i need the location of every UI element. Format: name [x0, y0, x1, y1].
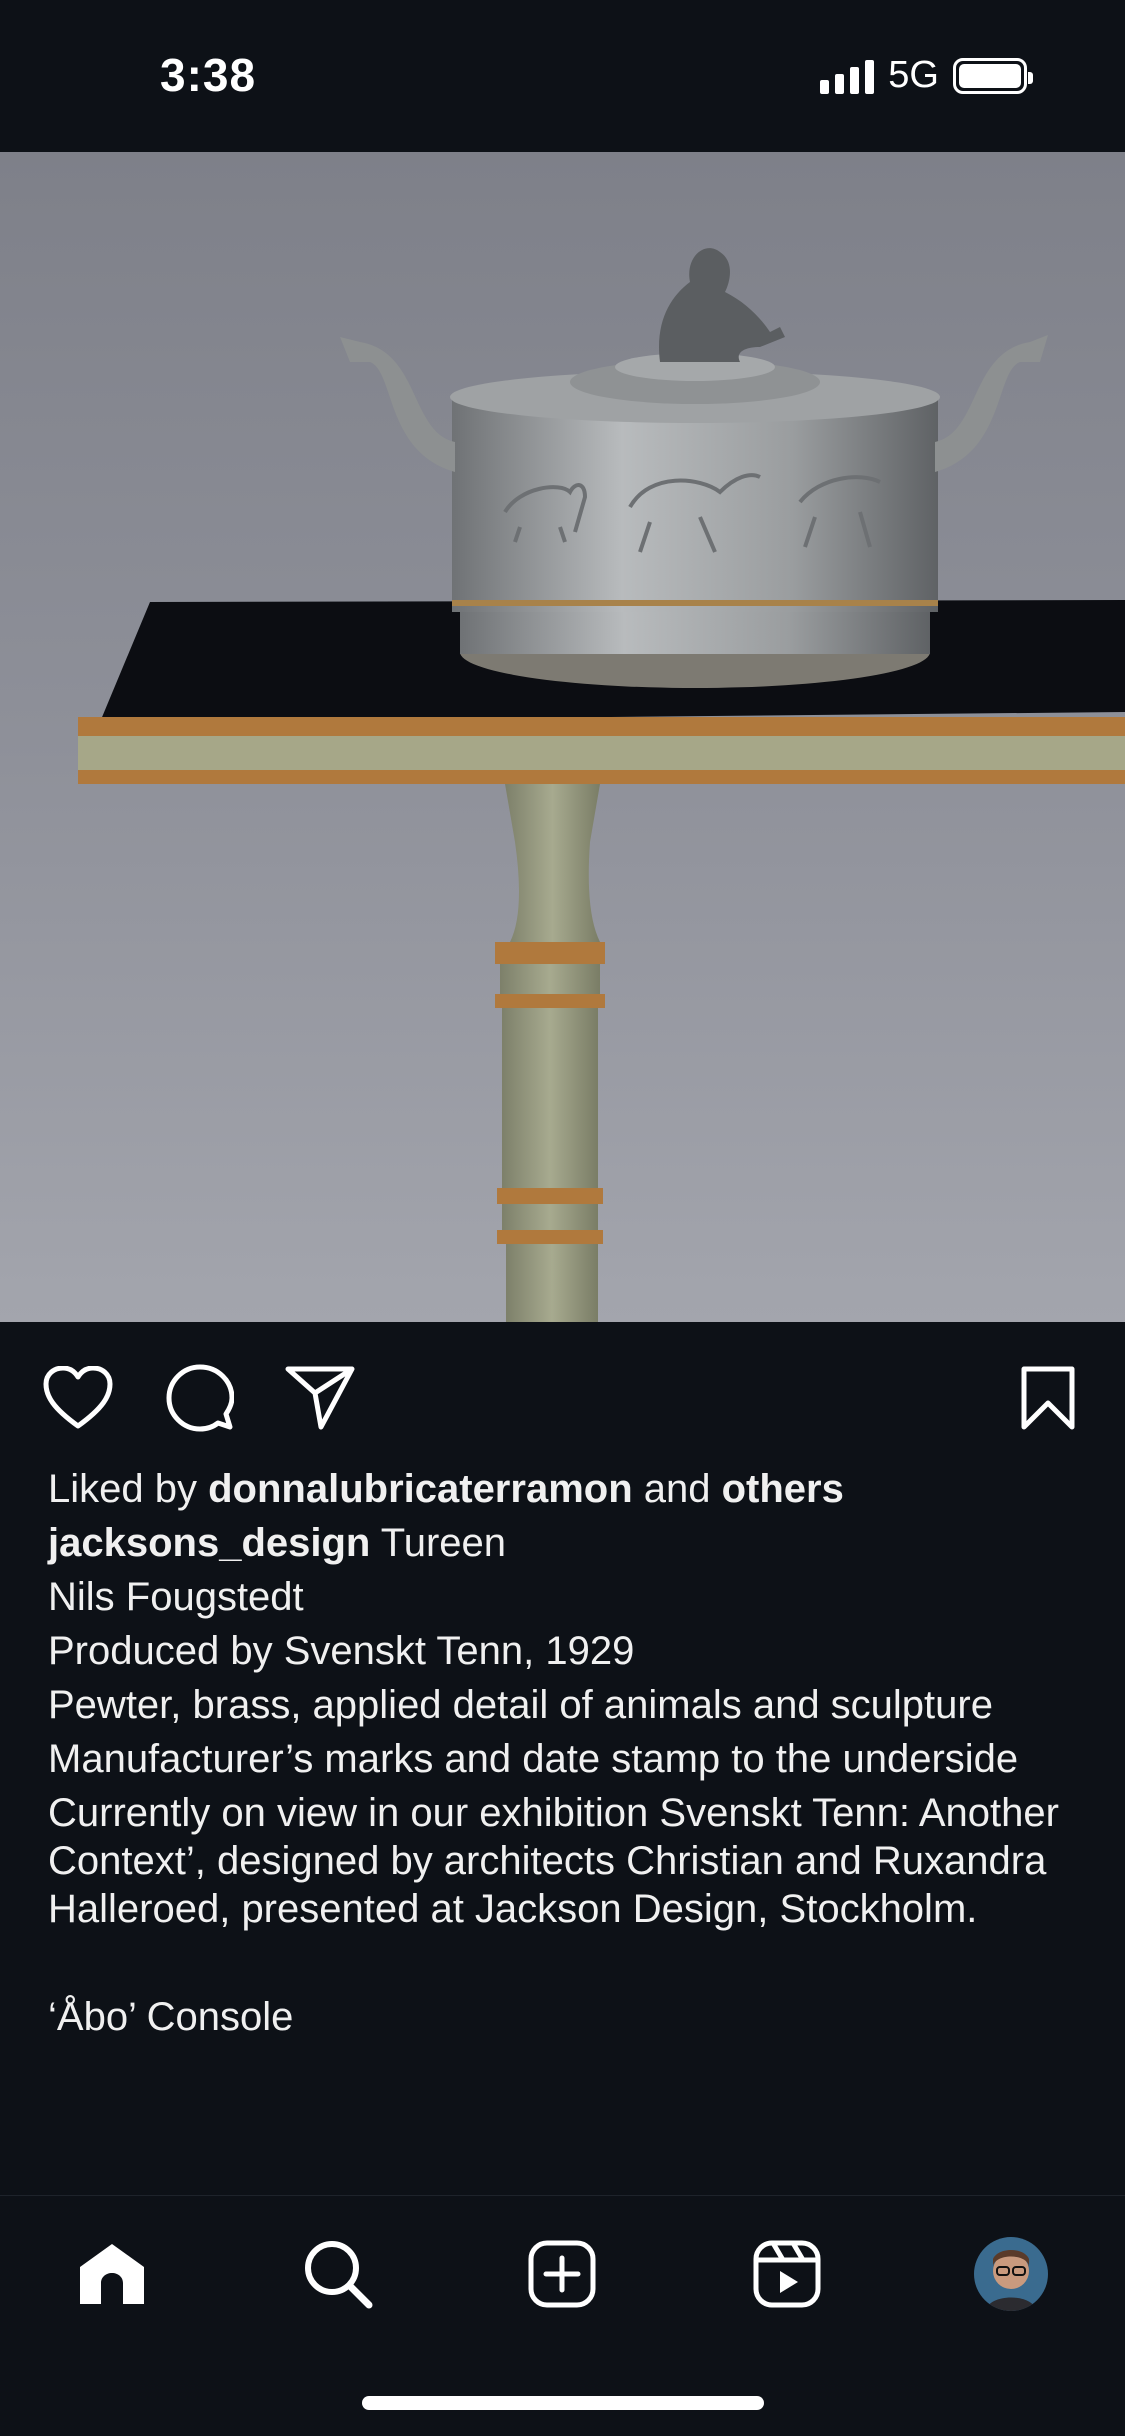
comment-icon[interactable]	[162, 1360, 238, 1436]
signal-icon	[820, 58, 875, 94]
profile-avatar[interactable]	[971, 2234, 1051, 2314]
reels-icon[interactable]	[747, 2234, 827, 2314]
caption-line: Currently on view in our exhibition Sven…	[48, 1791, 1059, 1931]
network-label: 5G	[888, 54, 939, 96]
caption-line: Pewter, brass, applied detail of animals…	[48, 1683, 993, 1727]
caption-line: ‘Åbo’ Console	[48, 1995, 294, 2039]
post-photo[interactable]	[0, 152, 1125, 1322]
create-icon[interactable]	[522, 2234, 602, 2314]
likes-others[interactable]: others	[722, 1467, 844, 1511]
status-time: 3:38	[160, 49, 257, 101]
home-indicator[interactable]	[362, 2396, 764, 2410]
caption-line: Manufacturer’s marks and date stamp to t…	[48, 1737, 1019, 1781]
home-icon[interactable]	[72, 2234, 152, 2314]
post-caption: Liked by donnalubricaterramon and others…	[48, 1465, 1088, 2047]
caption-username[interactable]: jacksons_design	[48, 1521, 370, 1565]
status-indicators: 5G	[820, 54, 1033, 97]
heart-icon[interactable]	[40, 1360, 116, 1436]
search-icon[interactable]	[298, 2234, 378, 2314]
bookmark-icon[interactable]	[1010, 1360, 1086, 1436]
likes-line[interactable]: Liked by donnalubricaterramon and others	[48, 1465, 1088, 1513]
post-actions	[0, 1322, 1125, 1472]
send-icon[interactable]	[282, 1360, 358, 1436]
status-bar: 3:38 5G	[0, 0, 1125, 152]
caption-line: Produced by Svenskt Tenn, 1929	[48, 1629, 635, 1673]
caption-title: Tureen	[370, 1521, 507, 1565]
battery-icon	[953, 57, 1033, 94]
likes-middle: and	[632, 1467, 722, 1511]
caption-line: Nils Fougstedt	[48, 1575, 304, 1619]
likes-prefix: Liked by	[48, 1467, 209, 1511]
caption-first-line: jacksons_design Tureen	[48, 1519, 1088, 1567]
liked-by-user[interactable]: donnalubricaterramon	[208, 1467, 633, 1511]
avatar[interactable]	[974, 2237, 1048, 2311]
